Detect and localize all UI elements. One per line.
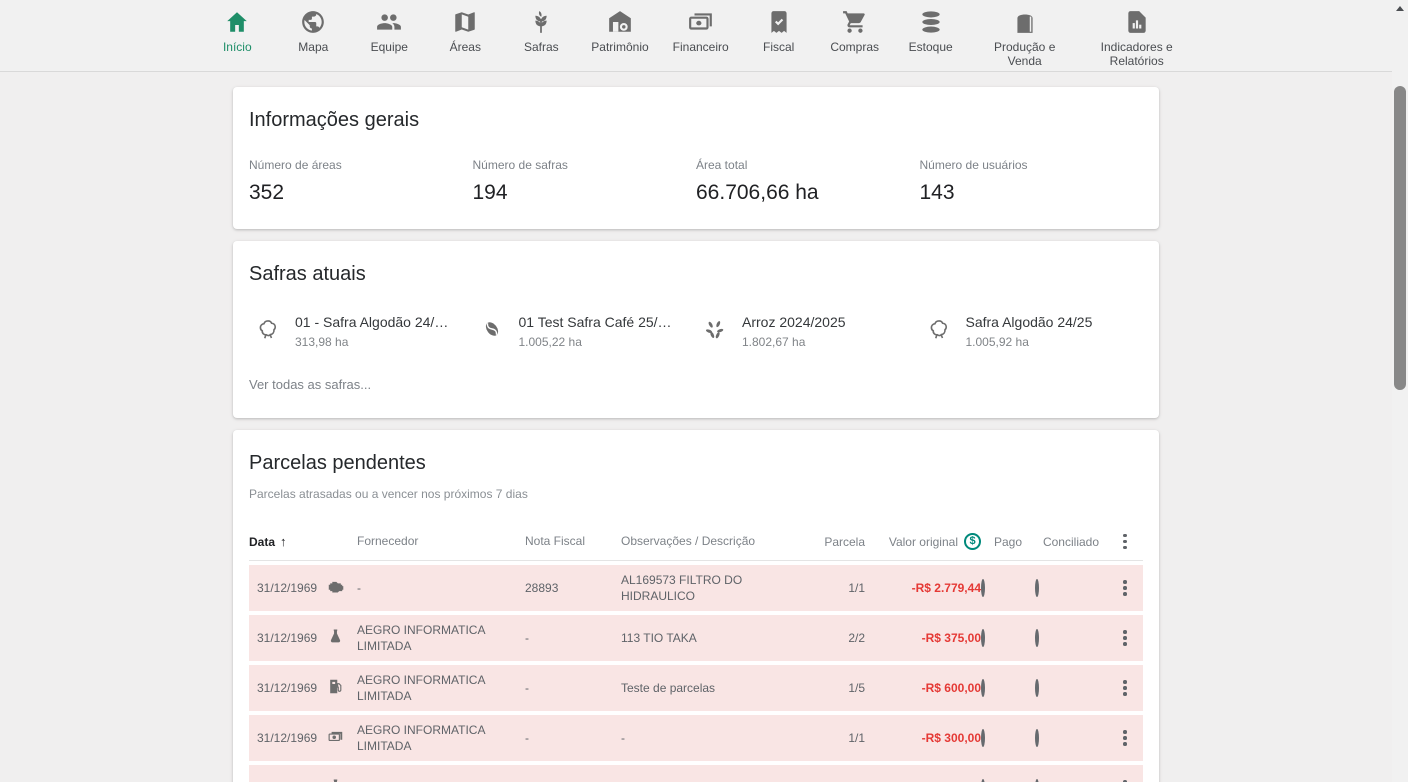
flask-icon [327, 778, 357, 782]
general-info-card: Informações gerais Número de áreas 352 N… [233, 87, 1159, 229]
parcelas-table: Data ↑ Fornecedor Nota Fiscal Observaçõe… [249, 523, 1143, 782]
globe-icon [300, 7, 326, 37]
parcelas-title: Parcelas pendentes [249, 452, 1143, 475]
nav-item-estoque[interactable]: Estoque [905, 0, 957, 55]
barn-tractor-icon [606, 7, 634, 37]
nav-item-safras[interactable]: Safras [515, 0, 567, 55]
valor-original: -R$ 2.779,44 [869, 581, 981, 595]
nav-item-compras[interactable]: Compras [829, 0, 881, 55]
nav-item-fiscal[interactable]: Fiscal [753, 0, 805, 55]
general-info-title: Informações gerais [249, 109, 1143, 132]
stacked-discs-icon [917, 7, 945, 37]
pago-radio[interactable] [981, 631, 1035, 645]
row-options-kebab-icon[interactable] [1107, 776, 1143, 782]
currency-dollar-icon[interactable]: $ [964, 533, 981, 550]
parcelas-subtitle: Parcelas atrasadas ou a vencer nos próxi… [249, 487, 1143, 501]
valor-original: -R$ 300,00 [869, 731, 981, 745]
nav-item-equipe[interactable]: Equipe [363, 0, 415, 55]
row-options-kebab-icon[interactable] [1107, 676, 1143, 700]
home-icon [224, 7, 250, 37]
stat-area-total: Área total 66.706,66 ha [696, 158, 920, 205]
conciliado-radio[interactable] [1035, 581, 1107, 595]
parcela-row[interactable]: 31/12/1969 AEGRO INFORMATICA LIMITADA - … [249, 715, 1143, 761]
nav-item-financeiro[interactable]: Financeiro [673, 0, 729, 55]
nav-item-indicadores-relatorios[interactable]: Indicadores e Relatórios [1093, 0, 1181, 69]
money-note-icon [327, 728, 357, 748]
current-safras-card: Safras atuais 01 - Safra Algodão 24/… 31… [233, 241, 1159, 418]
nav-item-areas[interactable]: Áreas [439, 0, 491, 55]
receipt-check-icon [766, 7, 792, 37]
safra-item[interactable]: Arroz 2024/2025 1.802,67 ha [696, 314, 920, 349]
table-header-row: Data ↑ Fornecedor Nota Fiscal Observaçõe… [249, 523, 1143, 561]
safra-item[interactable]: 01 - Safra Algodão 24/… 313,98 ha [249, 314, 473, 349]
column-header-observacoes: Observações / Descrição [621, 533, 811, 549]
column-header-data[interactable]: Data ↑ [249, 534, 357, 549]
vertical-scrollbar[interactable] [1392, 0, 1408, 782]
parcela-row[interactable]: 01/01/1970 - 28893 2,4-D NORTOX 1/1 -R$ … [249, 765, 1143, 782]
column-header-pago: Pago [981, 535, 1035, 549]
scroll-up-arrow-icon[interactable] [1392, 0, 1408, 16]
column-header-fornecedor: Fornecedor [357, 533, 525, 549]
nav-item-inicio[interactable]: Início [211, 0, 263, 55]
fuel-pump-icon [327, 678, 357, 698]
column-header-valor-original: Valor original $ [869, 533, 981, 550]
pago-radio[interactable] [981, 681, 1035, 695]
banknote-icon [687, 7, 715, 37]
cotton-icon [255, 316, 281, 342]
table-options-kebab-icon[interactable] [1107, 530, 1143, 554]
parcela-row[interactable]: 31/12/1969 AEGRO INFORMATICA LIMITADA - … [249, 665, 1143, 711]
scrollbar-thumb[interactable] [1394, 86, 1406, 390]
stat-safras: Número de safras 194 [473, 158, 697, 205]
conciliado-radio[interactable] [1035, 731, 1107, 745]
general-info-stats: Número de áreas 352 Número de safras 194… [249, 158, 1143, 205]
safras-list: 01 - Safra Algodão 24/… 313,98 ha 01 Tes… [249, 314, 1143, 349]
shopping-cart-icon [842, 7, 868, 37]
parcela-row[interactable]: 31/12/1969 AEGRO INFORMATICA LIMITADA - … [249, 615, 1143, 661]
top-navigation: Início Mapa Equipe Áreas Safras Patrimôn… [0, 0, 1392, 72]
nav-item-patrimonio[interactable]: Patrimônio [591, 0, 648, 55]
table-body: 31/12/1969 - 28893 AL169573 FILTRO DO HI… [249, 565, 1143, 782]
valor-original: -R$ 600,00 [869, 681, 981, 695]
column-header-parcela: Parcela [811, 535, 869, 549]
silo-icon [1012, 7, 1038, 37]
cotton-icon [926, 316, 952, 342]
row-options-kebab-icon[interactable] [1107, 726, 1143, 750]
main-content: Informações gerais Número de áreas 352 N… [0, 73, 1392, 782]
report-chart-icon [1124, 7, 1150, 37]
rice-icon [702, 316, 728, 342]
row-options-kebab-icon[interactable] [1107, 576, 1143, 600]
engine-icon [327, 578, 357, 598]
flask-icon [327, 628, 357, 648]
stat-usuarios: Número de usuários 143 [920, 158, 1144, 205]
view-all-safras-link[interactable]: Ver todas as safras... [249, 377, 371, 392]
stat-areas: Número de áreas 352 [249, 158, 473, 205]
parcela-row[interactable]: 31/12/1969 - 28893 AL169573 FILTRO DO HI… [249, 565, 1143, 611]
pago-radio[interactable] [981, 581, 1035, 595]
safra-item[interactable]: Safra Algodão 24/25 1.005,92 ha [920, 314, 1144, 349]
people-icon [375, 7, 403, 37]
nav-item-producao-venda[interactable]: Produção e Venda [981, 0, 1069, 69]
column-header-conciliado: Conciliado [1035, 535, 1107, 549]
pago-radio[interactable] [981, 731, 1035, 745]
conciliado-radio[interactable] [1035, 631, 1107, 645]
row-options-kebab-icon[interactable] [1107, 626, 1143, 650]
coffee-bean-icon [479, 316, 505, 342]
safras-title: Safras atuais [249, 263, 1143, 286]
pending-installments-card: Parcelas pendentes Parcelas atrasadas ou… [233, 430, 1159, 782]
wheat-icon [528, 7, 554, 37]
column-header-nota-fiscal: Nota Fiscal [525, 533, 621, 549]
sort-ascending-icon: ↑ [280, 534, 287, 549]
conciliado-radio[interactable] [1035, 681, 1107, 695]
nav-item-mapa[interactable]: Mapa [287, 0, 339, 55]
map-icon [452, 7, 478, 37]
safra-item[interactable]: 01 Test Safra Café 25/… 1.005,22 ha [473, 314, 697, 349]
valor-original: -R$ 375,00 [869, 631, 981, 645]
